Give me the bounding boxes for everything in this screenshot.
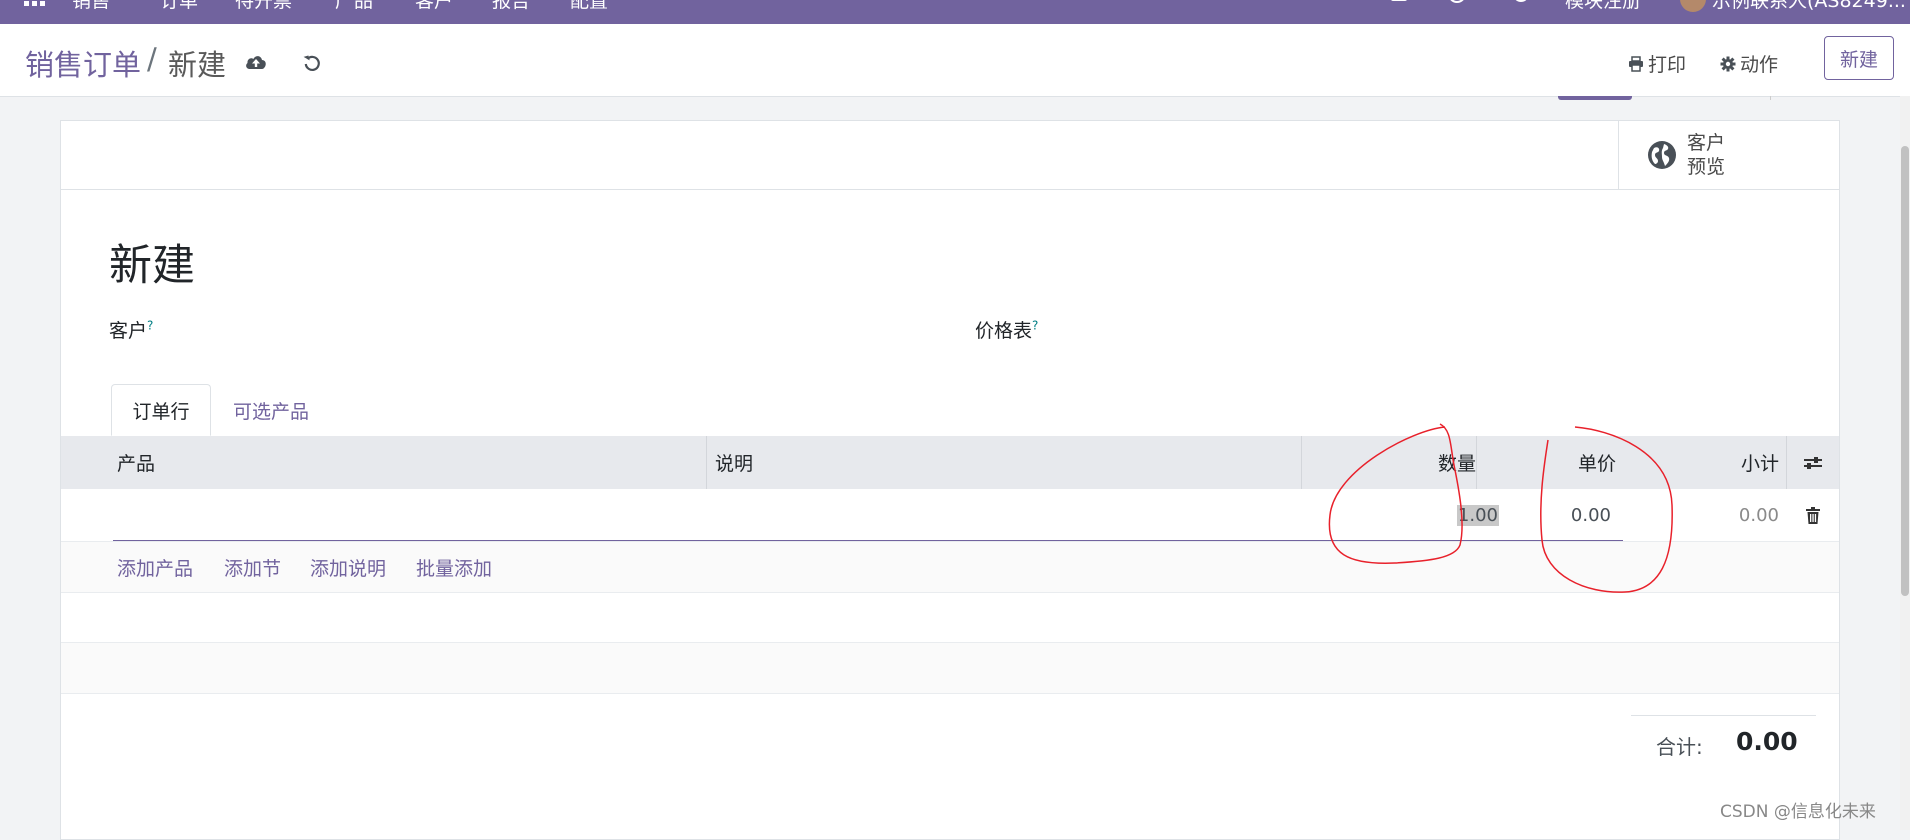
col-quantity-label: 数量 [1437, 453, 1476, 475]
control-panel: 销售订单 / 新建 打印 动作 新建 [0, 24, 1910, 97]
col-product[interactable]: 产品 [117, 436, 155, 489]
preview-label-line2: 预览 [1687, 156, 1726, 178]
sliders-icon [1804, 456, 1822, 469]
total-amount: 0.00 [1736, 727, 1798, 756]
button-box: 客户 预览 [61, 121, 1839, 190]
top-navbar: 销售 订单 待开票 产品 客户 报告 配置 模块注册 示例联系人(AS8249.… [0, 0, 1910, 24]
add-note-link[interactable]: 添加说明 [310, 542, 386, 592]
col-quantity[interactable]: 数量 [1301, 436, 1476, 489]
discard-undo-icon[interactable] [297, 48, 327, 78]
nav-item-to-invoice[interactable]: 待开票 [235, 0, 292, 13]
scrollbar-thumb[interactable] [1901, 146, 1909, 596]
tab-optional-products[interactable]: 可选产品 [221, 384, 321, 436]
add-line-row: 添加产品 添加节 添加说明 批量添加 [61, 541, 1839, 593]
nav-app-title[interactable]: 销售 [72, 0, 110, 13]
delete-row-button[interactable] [1786, 489, 1839, 541]
apps-menu-icon[interactable] [24, 0, 46, 12]
gear-icon [1720, 56, 1736, 71]
add-section-link[interactable]: 添加节 [224, 542, 281, 592]
watermark: CSDN @信息化未来 [1720, 802, 1876, 822]
customer-label-text: 客户 [109, 320, 148, 342]
page-scrollbar[interactable] [1900, 96, 1910, 830]
print-label: 打印 [1648, 54, 1687, 76]
add-product-link[interactable]: 添加产品 [117, 542, 193, 592]
col-description[interactable]: 说明 [706, 436, 1306, 489]
order-lines-header: 产品 说明 数量 单价 小计 [61, 436, 1839, 490]
customer-preview-button[interactable]: 客户 预览 [1618, 121, 1840, 189]
col-subtotal[interactable]: 小计 [1616, 436, 1779, 489]
nav-item-products[interactable]: 产品 [335, 0, 373, 13]
print-button[interactable]: 打印 [1628, 50, 1686, 77]
unit-price-input[interactable]: 0.00 [1476, 489, 1611, 541]
user-menu[interactable]: 示例联系人(AS8249... [1712, 0, 1906, 13]
trash-icon [1805, 506, 1820, 524]
printer-icon [1629, 55, 1643, 72]
chat-icon[interactable] [1390, 0, 1408, 10]
description-input[interactable] [706, 489, 1296, 541]
pricelist-help-icon[interactable]: ? [1032, 319, 1038, 333]
nav-item-orders[interactable]: 订单 [160, 0, 198, 13]
status-tab-divider [1770, 96, 1771, 100]
optional-columns-toggle[interactable] [1786, 436, 1839, 489]
product-input[interactable] [113, 489, 703, 541]
preview-label-line1: 客户 [1687, 132, 1726, 154]
total-separator [1631, 715, 1816, 716]
breadcrumb-separator: / [147, 42, 157, 76]
nav-item-customers[interactable]: 客户 [415, 0, 453, 13]
col-subtotal-label: 小计 [1740, 453, 1779, 475]
user-avatar[interactable] [1680, 0, 1706, 17]
status-tab-indicator [1558, 96, 1632, 100]
total-label: 合计: [1656, 735, 1703, 759]
breadcrumb-parent[interactable]: 销售订单 [25, 42, 141, 84]
form-sheet: 客户 预览 新建 客户? 价格表? 订单行 可选产品 产品 说明 数量 单价 小… [60, 120, 1840, 840]
action-button[interactable]: 动作 [1720, 50, 1778, 77]
action-label: 动作 [1740, 54, 1779, 76]
pricelist-label: 价格表? [975, 316, 1038, 343]
pricelist-label-text: 价格表 [975, 320, 1033, 342]
nav-item-configuration[interactable]: 配置 [570, 0, 608, 13]
notebook-tabs: 订单行 可选产品 [61, 384, 1839, 437]
new-button[interactable]: 新建 [1824, 36, 1894, 80]
tab-order-lines[interactable]: 订单行 [111, 384, 211, 436]
subtotal-value: 0.00 [1738, 504, 1779, 526]
record-title: 新建 [109, 241, 195, 291]
breadcrumb-current: 新建 [168, 48, 227, 82]
col-unit-price-label: 单价 [1577, 453, 1616, 475]
empty-row [61, 592, 1839, 643]
catalog-add-link[interactable]: 批量添加 [416, 542, 492, 592]
table-row[interactable]: 1.00 0.00 0.00 [61, 489, 1839, 541]
nav-item-reporting[interactable]: 报告 [492, 0, 530, 13]
empty-row [61, 643, 1839, 694]
save-cloud-icon[interactable] [241, 48, 271, 78]
customer-help-icon[interactable]: ? [147, 319, 153, 333]
help-icon[interactable] [1512, 0, 1530, 10]
nav-module-register[interactable]: 模块注册 [1565, 0, 1641, 13]
activity-icon[interactable] [1448, 0, 1466, 10]
col-unit-price[interactable]: 单价 [1476, 436, 1616, 489]
globe-icon [1648, 141, 1676, 169]
customer-label: 客户? [109, 316, 153, 343]
